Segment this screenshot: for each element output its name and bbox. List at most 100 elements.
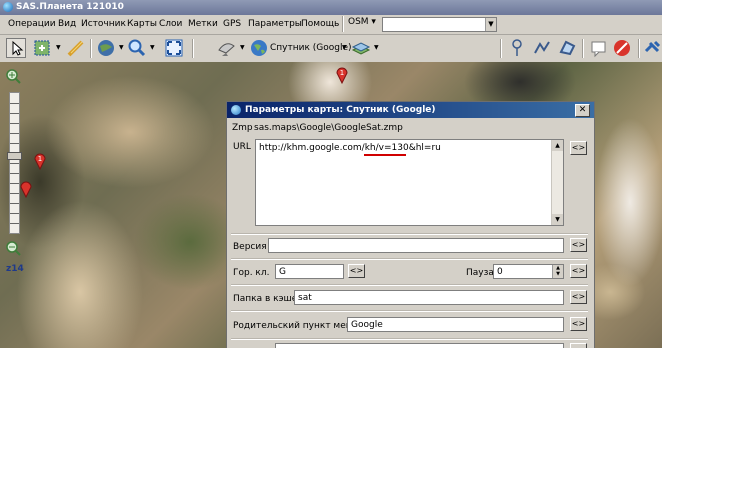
magnifier-icon <box>128 39 146 57</box>
svg-text:1: 1 <box>38 155 42 163</box>
menu-maps[interactable]: Карты <box>127 19 157 29</box>
menu-operations[interactable]: Операции <box>8 19 56 29</box>
version-edit-button[interactable]: <> <box>570 238 587 252</box>
url-edit-button[interactable]: <> <box>570 141 587 155</box>
menu-help[interactable]: Помощь <box>301 19 339 29</box>
next-edit-button-cut-off[interactable] <box>570 343 587 348</box>
pause-label: Пауза <box>466 268 494 278</box>
zmp-path: sas.maps\Google\GoogleSat.zmp <box>254 123 403 133</box>
earth-icon <box>251 40 267 56</box>
parent-menu-edit-button[interactable]: <> <box>570 317 587 331</box>
zoom-slider-track[interactable] <box>9 92 20 234</box>
menu-bar: Операции Вид Источник Карты Слои Метки G… <box>0 15 662 35</box>
menu-separator <box>342 16 344 32</box>
globe-button[interactable] <box>96 38 116 58</box>
divider <box>231 284 588 286</box>
chevron-down-icon[interactable]: ▼ <box>119 44 124 51</box>
ruler-icon <box>67 40 84 57</box>
zoom-out-icon[interactable] <box>5 240 21 256</box>
add-placemark-button[interactable] <box>507 38 527 58</box>
pointer-tool-button[interactable] <box>6 38 26 58</box>
delete-marks-button[interactable] <box>612 38 632 58</box>
pause-spinner[interactable]: 0 ▲ ▼ <box>493 264 564 279</box>
url-label: URL <box>233 142 251 152</box>
chevron-down-icon[interactable]: ▼ <box>342 44 347 51</box>
parent-menu-field[interactable]: Google <box>347 317 564 332</box>
divider <box>231 233 588 235</box>
chevron-down-icon[interactable]: ▼ <box>56 44 61 51</box>
cursor-arrow-icon <box>12 40 24 56</box>
menu-marks[interactable]: Метки <box>188 19 218 29</box>
cache-folder-label: Папка в кэше <box>233 294 298 304</box>
version-label: Версия <box>233 242 267 252</box>
close-button[interactable]: ✕ <box>575 104 590 117</box>
hotkey-label: Гор. кл. <box>233 268 270 278</box>
osm-selector[interactable]: OSM ▾ <box>348 17 376 27</box>
add-path-button[interactable] <box>532 38 552 58</box>
fullscreen-icon <box>165 39 183 57</box>
toolbar-separator <box>500 39 502 58</box>
toolbar-separator <box>582 39 584 58</box>
marks-list-icon <box>591 41 606 58</box>
app-globe-icon <box>3 2 13 12</box>
chevron-down-icon[interactable]: ▼ <box>485 18 496 31</box>
zoom-level-label: z14 <box>6 264 24 274</box>
satellite-dish-icon <box>218 43 235 56</box>
chevron-down-icon[interactable]: ▼ <box>240 44 245 51</box>
url-scrollbar[interactable]: ▲ ▼ <box>551 140 563 225</box>
main-toolbar: ▼ ▼ ▼ ▼ Спутник (Google) ▼ ▼ <box>0 35 662 63</box>
fullscreen-button[interactable] <box>164 38 184 58</box>
menu-source[interactable]: Источник <box>81 19 126 29</box>
zoom-slider-thumb[interactable] <box>7 152 22 160</box>
map-settings-dialog: Параметры карты: Спутник (Google) ✕ Zmp … <box>226 101 595 348</box>
stop-icon <box>614 40 630 56</box>
zoom-tool-button[interactable] <box>127 38 147 58</box>
divider <box>231 310 588 312</box>
app-window: SAS.Планета 121010 Операции Вид Источник… <box>0 0 662 348</box>
chevron-down-icon[interactable]: ▼ <box>374 44 379 51</box>
map-pin-icon[interactable]: 1 <box>34 152 46 170</box>
chevron-down-icon[interactable]: ▼ <box>150 44 155 51</box>
spinner-arrows-icon[interactable]: ▲ ▼ <box>552 265 563 278</box>
svg-text:1: 1 <box>340 69 344 77</box>
version-field[interactable] <box>268 238 564 253</box>
title-bar: SAS.Планета 121010 <box>0 0 662 15</box>
hotkey-edit-button[interactable]: <> <box>348 264 365 278</box>
pause-edit-button[interactable]: <> <box>570 264 587 278</box>
scroll-up-icon[interactable]: ▲ <box>552 140 563 151</box>
map-type-label[interactable]: Спутник (Google) <box>270 43 352 53</box>
search-combo[interactable]: ▼ <box>382 17 497 32</box>
add-polygon-button[interactable] <box>557 38 577 58</box>
divider <box>231 338 588 340</box>
marks-manager-button[interactable] <box>589 38 609 58</box>
cache-folder-field[interactable]: sat <box>294 290 564 305</box>
url-value: http://khm.google.com/kh/v=130&hl=ru <box>259 143 441 153</box>
path-icon <box>534 41 550 54</box>
ruler-button[interactable] <box>66 38 86 58</box>
cache-folder-edit-button[interactable]: <> <box>570 290 587 304</box>
toolbar-separator <box>90 39 92 58</box>
menu-settings[interactable]: Параметры <box>248 19 302 29</box>
layers-button[interactable] <box>351 38 371 58</box>
map-pin-icon[interactable]: 1 <box>336 66 348 84</box>
window-title: SAS.Планета 121010 <box>16 2 124 12</box>
placemark-icon <box>512 39 522 56</box>
scroll-down-icon[interactable]: ▼ <box>552 214 563 225</box>
gps-button[interactable] <box>643 38 662 58</box>
map-type-button[interactable] <box>249 38 269 58</box>
toolbar-separator <box>638 39 640 58</box>
url-textarea[interactable]: http://khm.google.com/kh/v=130&hl=ru ▲ ▼ <box>255 139 564 226</box>
select-area-button[interactable] <box>32 38 52 58</box>
polygon-icon <box>559 40 576 56</box>
zoom-in-icon[interactable] <box>5 68 21 84</box>
menu-layers[interactable]: Слои <box>159 19 182 29</box>
menu-view[interactable]: Вид <box>58 19 76 29</box>
toolbar-separator <box>192 39 194 58</box>
next-field-cut-off[interactable] <box>275 343 564 348</box>
dialog-title: Параметры карты: Спутник (Google) <box>245 105 436 115</box>
menu-gps[interactable]: GPS <box>223 19 241 29</box>
satellite-source-button[interactable] <box>216 38 236 58</box>
hotkey-field[interactable]: G <box>275 264 344 279</box>
select-area-icon <box>34 40 50 56</box>
zmp-label: Zmp <box>232 123 253 133</box>
